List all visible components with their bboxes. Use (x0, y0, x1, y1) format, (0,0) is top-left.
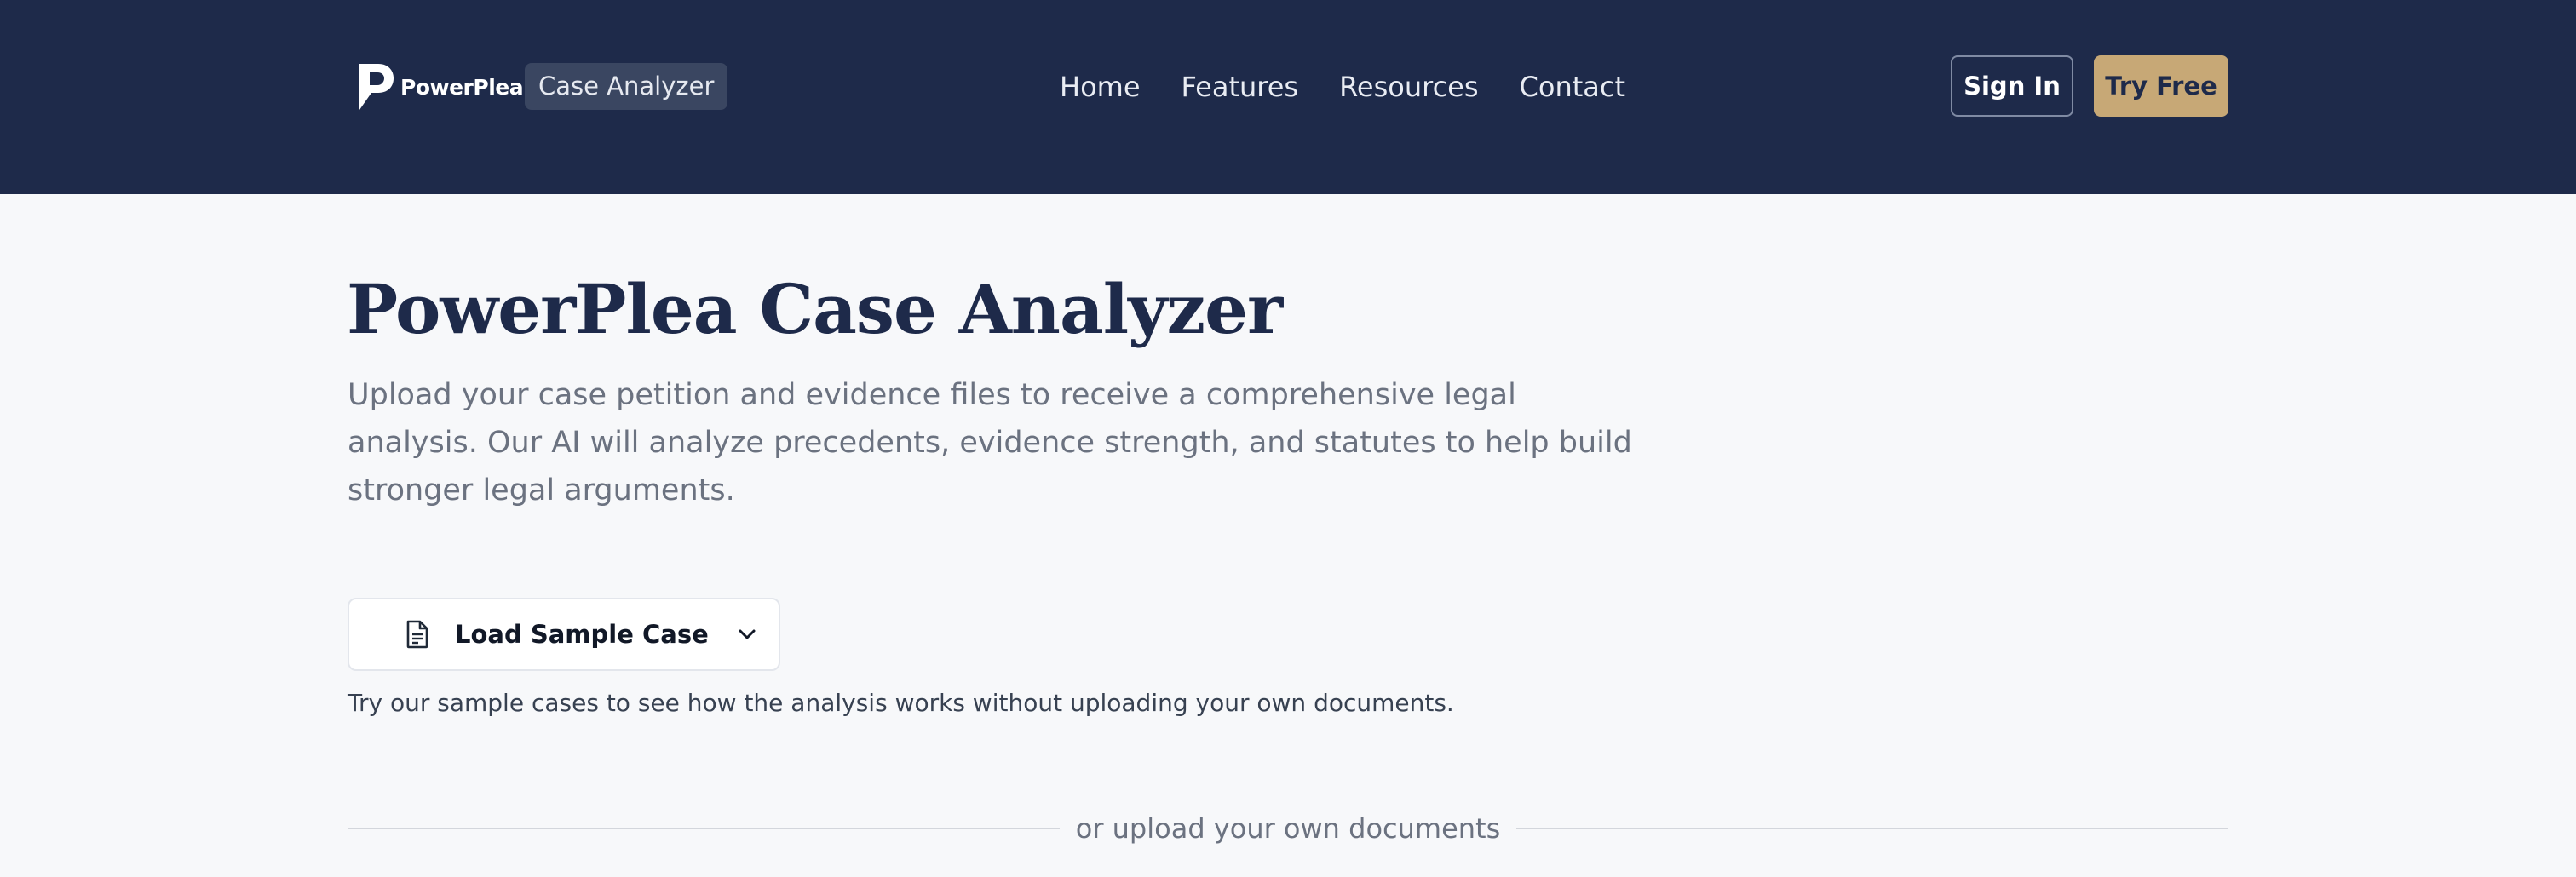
nav-contact[interactable]: Contact (1520, 71, 1626, 103)
document-icon (406, 620, 428, 649)
divider-line-left (348, 828, 1060, 829)
sign-in-button[interactable]: Sign In (1951, 55, 2073, 117)
try-free-button[interactable]: Try Free (2094, 55, 2228, 117)
load-sample-case-label: Load Sample Case (455, 620, 709, 649)
logo-text: PowerPlea (400, 74, 524, 100)
app-name-badge: Case Analyzer (525, 63, 728, 110)
divider-line-right (1516, 828, 2228, 829)
nav-features[interactable]: Features (1182, 71, 1299, 103)
nav-home[interactable]: Home (1060, 71, 1141, 103)
chevron-down-icon (739, 629, 756, 639)
load-sample-case-dropdown[interactable]: Load Sample Case (348, 598, 780, 671)
logo-p-icon (359, 64, 394, 110)
page-description: Upload your case petition and evidence f… (348, 378, 1632, 507)
top-navbar: PowerPlea Case Analyzer Home Features Re… (0, 0, 2576, 194)
powerplea-logo[interactable]: PowerPlea (358, 61, 524, 112)
upload-divider-text: or upload your own documents (1075, 812, 1501, 845)
nav-resources[interactable]: Resources (1339, 71, 1478, 103)
page-title: PowerPlea Case Analyzer (347, 269, 1283, 349)
main-nav: Home Features Resources Contact (1060, 65, 1625, 109)
sample-case-hint: Try our sample cases to see how the anal… (348, 689, 1454, 717)
